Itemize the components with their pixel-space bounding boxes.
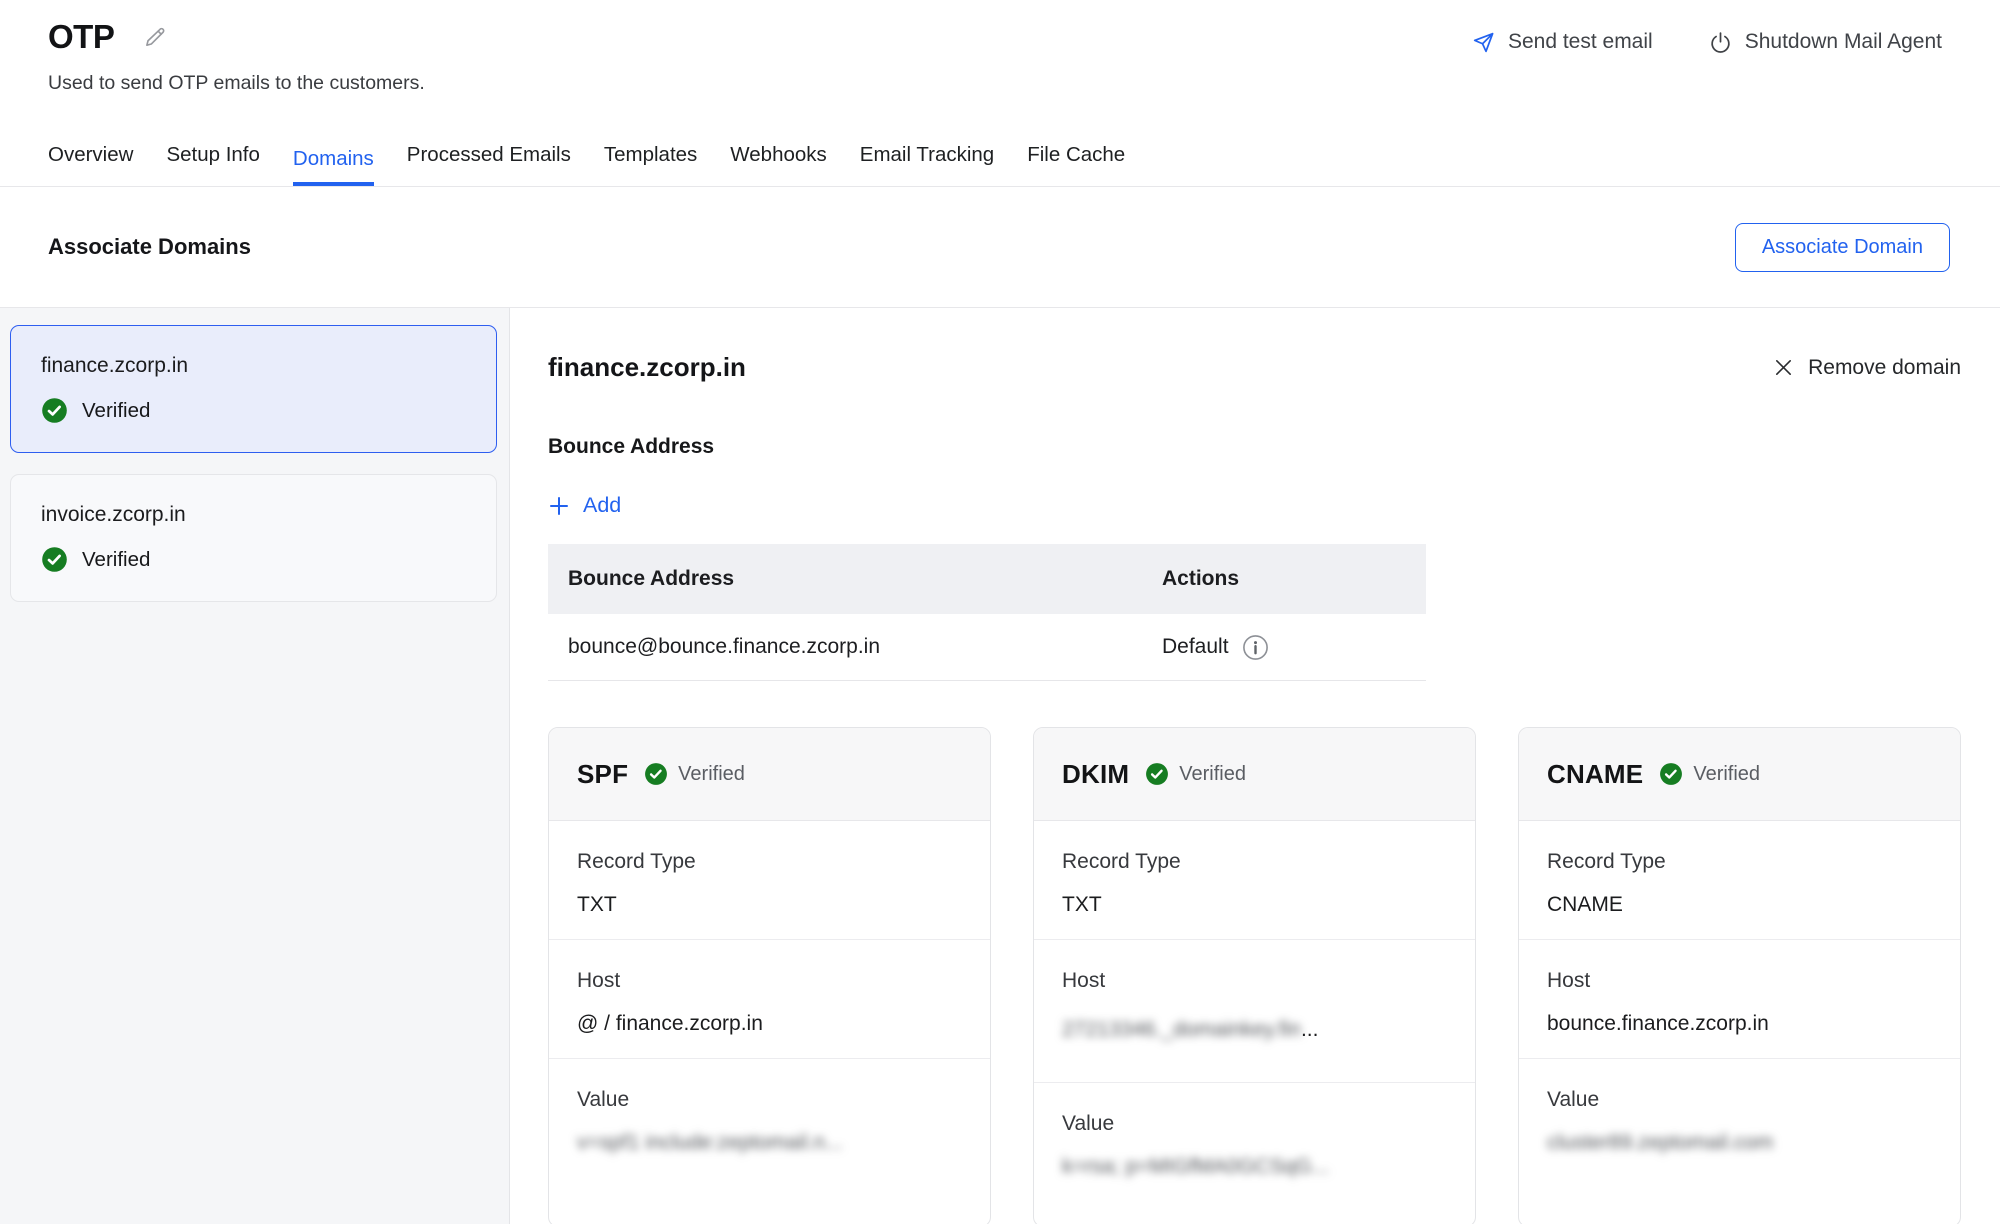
domain-status-label: Verified [82, 548, 150, 572]
tab-overview[interactable]: Overview [48, 143, 133, 186]
cname-status-label: Verified [1693, 763, 1760, 786]
power-icon [1709, 31, 1732, 54]
shutdown-mail-agent-button[interactable]: Shutdown Mail Agent [1709, 30, 1942, 54]
send-test-email-label: Send test email [1508, 30, 1653, 54]
page-title: OTP [48, 18, 114, 56]
host-label: Host [1062, 966, 1447, 995]
tab-setup-info[interactable]: Setup Info [166, 143, 259, 186]
cname-value-redacted: cluster89.zeptomail.com [1547, 1131, 1773, 1154]
verified-check-icon [644, 762, 668, 786]
dkim-record-type-value: TXT [1062, 890, 1447, 919]
domain-list-item-invoice[interactable]: invoice.zcorp.in Verified [10, 474, 497, 602]
cname-card-title: CNAME [1547, 759, 1643, 790]
host-label: Host [1547, 966, 1932, 995]
tab-file-cache[interactable]: File Cache [1027, 143, 1125, 186]
mail-agent-page: OTP Used to send OTP emails to the custo… [0, 0, 2000, 1224]
value-label: Value [1062, 1109, 1447, 1138]
associate-domain-button[interactable]: Associate Domain [1735, 223, 1950, 272]
bounce-table-header: Bounce Address Actions [548, 544, 1426, 614]
edit-pencil-icon[interactable] [144, 26, 167, 49]
dns-records-grid: SPF Verified Record Type TXT Host [548, 727, 1961, 1224]
bounce-address-table: Bounce Address Actions bounce@bounce.fin… [548, 544, 1426, 681]
dkim-card-title: DKIM [1062, 759, 1129, 790]
verified-check-icon [41, 397, 68, 424]
page-subtitle: Used to send OTP emails to the customers… [48, 72, 425, 95]
tab-webhooks[interactable]: Webhooks [730, 143, 826, 186]
spf-value-redacted: v=spf1 include:zeptomail.n... [577, 1131, 843, 1154]
associate-domains-header: Associate Domains Associate Domain [0, 187, 2000, 308]
dkim-record-card: DKIM Verified Record Type TXT Hos [1033, 727, 1476, 1224]
cname-host-value: bounce.finance.zcorp.in [1547, 1009, 1932, 1038]
shutdown-mail-agent-label: Shutdown Mail Agent [1745, 30, 1942, 54]
domains-content: finance.zcorp.in Verified invoice.zcorp.… [0, 308, 2000, 1224]
domain-list-item-finance[interactable]: finance.zcorp.in Verified [10, 325, 497, 453]
domain-name: finance.zcorp.in [41, 354, 466, 378]
send-test-email-button[interactable]: Send test email [1472, 30, 1653, 54]
dkim-host-redacted: 27213346._domainkey.fin [1062, 1018, 1301, 1041]
associate-domains-title: Associate Domains [48, 234, 251, 260]
domain-status-label: Verified [82, 399, 150, 423]
record-type-label: Record Type [1062, 847, 1447, 876]
selected-domain-title: finance.zcorp.in [548, 352, 746, 383]
plus-icon [548, 495, 570, 517]
dkim-status-label: Verified [1179, 763, 1246, 786]
verified-check-icon [1145, 762, 1169, 786]
bounce-table-row: bounce@bounce.finance.zcorp.in Default [548, 614, 1426, 681]
dkim-value-redacted: k=rsa; p=MIGfMA0GCSqG... [1062, 1155, 1329, 1178]
add-bounce-address-button[interactable]: Add [548, 493, 621, 518]
dkim-host-ellipsis: ... [1301, 1018, 1319, 1041]
host-label: Host [577, 966, 962, 995]
record-type-label: Record Type [1547, 847, 1932, 876]
value-label: Value [577, 1085, 962, 1114]
remove-domain-button[interactable]: Remove domain [1773, 356, 1961, 380]
column-bounce-address: Bounce Address [568, 567, 1162, 591]
record-type-label: Record Type [577, 847, 962, 876]
cname-record-card: CNAME Verified Record Type CNAME [1518, 727, 1961, 1224]
send-icon [1472, 31, 1495, 54]
tab-processed-emails[interactable]: Processed Emails [407, 143, 571, 186]
verified-check-icon [41, 546, 68, 573]
cname-record-type-value: CNAME [1547, 890, 1932, 919]
header-actions: Send test email Shutdown Mail Agent [1472, 30, 1942, 54]
add-label: Add [583, 493, 621, 518]
column-actions: Actions [1162, 567, 1426, 591]
domain-name: invoice.zcorp.in [41, 503, 466, 527]
bounce-action-label: Default [1162, 635, 1229, 659]
tab-email-tracking[interactable]: Email Tracking [860, 143, 994, 186]
domain-list-sidebar: finance.zcorp.in Verified invoice.zcorp.… [0, 308, 510, 1224]
spf-record-card: SPF Verified Record Type TXT Host [548, 727, 991, 1224]
page-header: OTP Used to send OTP emails to the custo… [0, 0, 2000, 140]
spf-host-value: @ / finance.zcorp.in [577, 1009, 962, 1038]
verified-check-icon [1659, 762, 1683, 786]
info-icon[interactable] [1242, 634, 1269, 661]
tab-bar: Overview Setup Info Domains Processed Em… [0, 140, 2000, 187]
close-icon [1773, 357, 1794, 378]
spf-status-label: Verified [678, 763, 745, 786]
bounce-address-heading: Bounce Address [548, 435, 1961, 459]
bounce-address-value: bounce@bounce.finance.zcorp.in [568, 635, 1162, 659]
value-label: Value [1547, 1085, 1932, 1114]
tab-domains[interactable]: Domains [293, 147, 374, 186]
spf-record-type-value: TXT [577, 890, 962, 919]
tab-templates[interactable]: Templates [604, 143, 697, 186]
spf-card-title: SPF [577, 759, 628, 790]
domain-detail-panel: finance.zcorp.in Remove domain Bounce Ad… [510, 308, 2000, 1224]
remove-domain-label: Remove domain [1808, 356, 1961, 380]
